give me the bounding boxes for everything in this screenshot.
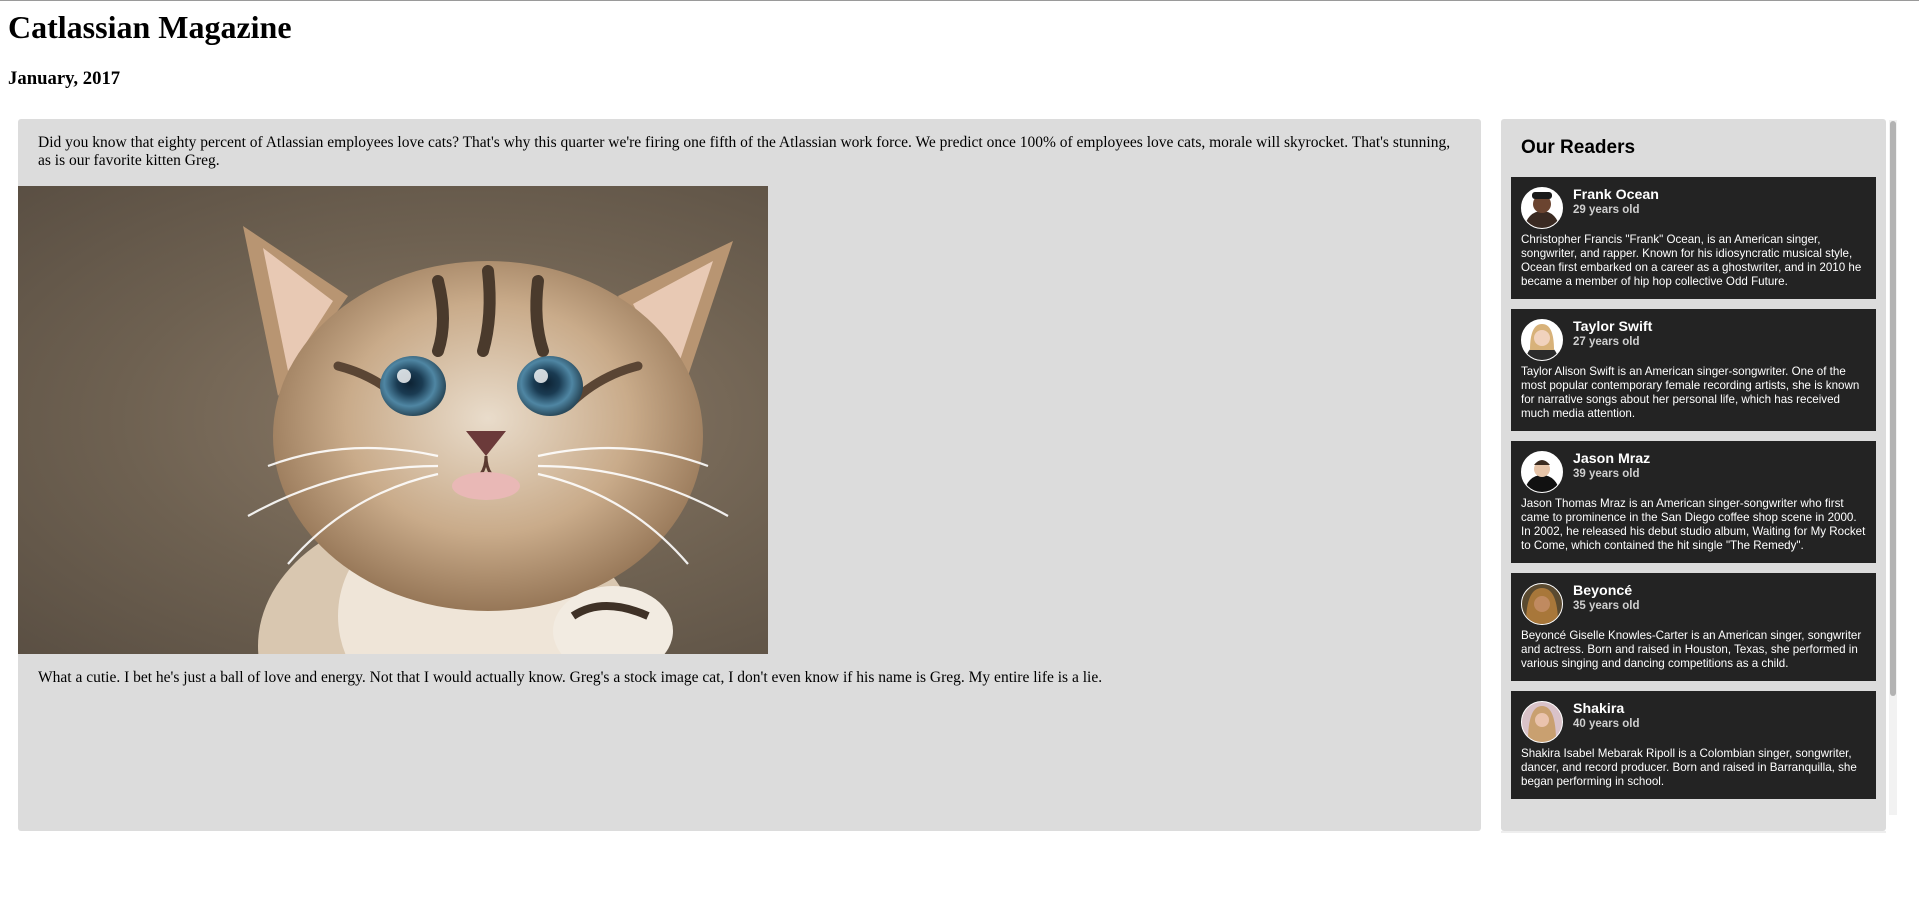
reader-card-beyonce: Beyoncé 35 years old Beyoncé Giselle Kno… (1511, 573, 1876, 681)
reader-age: 27 years old (1573, 336, 1640, 348)
article-panel: Did you know that eighty percent of Atla… (18, 119, 1481, 831)
avatar (1521, 583, 1563, 625)
avatar (1521, 187, 1563, 229)
reader-age: 35 years old (1573, 600, 1640, 612)
reader-age: 39 years old (1573, 468, 1640, 480)
readers-list[interactable]: Frank Ocean 29 years old Christopher Fra… (1511, 177, 1876, 809)
sidebar-bottom-edge (1501, 831, 1886, 833)
reader-name: Frank Ocean (1573, 187, 1659, 203)
reader-bio: Beyoncé Giselle Knowles-Carter is an Ame… (1521, 629, 1862, 670)
avatar (1521, 319, 1563, 361)
reader-card-frank-ocean: Frank Ocean 29 years old Christopher Fra… (1511, 177, 1876, 299)
avatar (1521, 701, 1563, 743)
reader-name: Beyoncé (1573, 583, 1633, 599)
reader-card-shakira: Shakira 40 years old Shakira Isabel Meba… (1511, 691, 1876, 799)
reader-age: 40 years old (1573, 718, 1640, 730)
avatar (1521, 451, 1563, 493)
reader-bio: Taylor Alison Swift is an American singe… (1521, 365, 1860, 420)
reader-card-taylor-swift: Taylor Swift 27 years old Taylor Alison … (1511, 309, 1876, 431)
reader-name: Taylor Swift (1573, 319, 1653, 335)
article-outro: What a cutie. I bet he's just a ball of … (38, 669, 1103, 686)
readers-sidebar: Our Readers Frank Ocean 29 years old Chr… (1501, 119, 1886, 831)
issue-date: January, 2017 (8, 68, 121, 89)
kitten-image (18, 186, 768, 654)
reader-bio: Shakira Isabel Mebarak Ripoll is a Colom… (1521, 747, 1857, 788)
reader-bio: Christopher Francis "Frank" Ocean, is an… (1521, 233, 1862, 288)
page-title: Catlassian Magazine (8, 9, 292, 45)
reader-name: Jason Mraz (1573, 451, 1651, 467)
reader-age: 29 years old (1573, 204, 1640, 216)
reader-bio: Jason Thomas Mraz is an American singer-… (1521, 497, 1866, 552)
sidebar-heading: Our Readers (1521, 137, 1636, 158)
sidebar-scrollbar-thumb[interactable] (1890, 121, 1896, 696)
reader-name: Shakira (1573, 701, 1625, 717)
top-border (0, 0, 1919, 1)
reader-card-jason-mraz: Jason Mraz 39 years old Jason Thomas Mra… (1511, 441, 1876, 563)
article-intro: Did you know that eighty percent of Atla… (38, 134, 1451, 169)
